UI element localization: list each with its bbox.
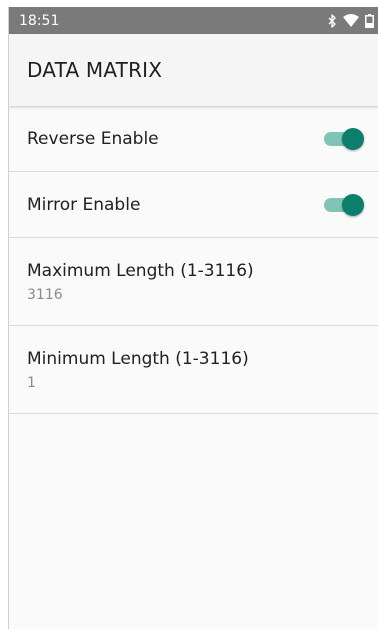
battery-icon bbox=[365, 13, 374, 28]
status-bar: 18:51 bbox=[9, 7, 378, 34]
maximum-length-value: 3116 bbox=[27, 286, 63, 303]
phone-screen: 18:51 DATA MATRIX Reverse Enable Mirror … bbox=[8, 7, 378, 629]
status-time: 18:51 bbox=[19, 12, 60, 29]
wifi-icon bbox=[343, 14, 359, 27]
mirror-enable-label: Mirror Enable bbox=[27, 194, 141, 215]
toggle-thumb bbox=[342, 127, 364, 150]
minimum-length-row[interactable]: Minimum Length (1-3116) 1 bbox=[9, 326, 378, 414]
reverse-enable-label: Reverse Enable bbox=[27, 128, 159, 149]
toggle-thumb bbox=[342, 193, 364, 216]
page-title: DATA MATRIX bbox=[27, 58, 163, 82]
app-bar: DATA MATRIX bbox=[9, 34, 378, 106]
mirror-enable-toggle[interactable] bbox=[324, 193, 364, 216]
minimum-length-label: Minimum Length (1-3116) bbox=[27, 348, 249, 369]
minimum-length-value: 1 bbox=[27, 374, 36, 391]
mirror-enable-row[interactable]: Mirror Enable bbox=[9, 172, 378, 238]
maximum-length-label: Maximum Length (1-3116) bbox=[27, 260, 254, 281]
reverse-enable-row[interactable]: Reverse Enable bbox=[9, 106, 378, 172]
settings-list: Reverse Enable Mirror Enable Maximum Len… bbox=[9, 106, 378, 414]
reverse-enable-toggle[interactable] bbox=[324, 127, 364, 150]
bluetooth-icon bbox=[327, 13, 337, 28]
status-icons bbox=[327, 13, 374, 28]
maximum-length-row[interactable]: Maximum Length (1-3116) 3116 bbox=[9, 238, 378, 326]
